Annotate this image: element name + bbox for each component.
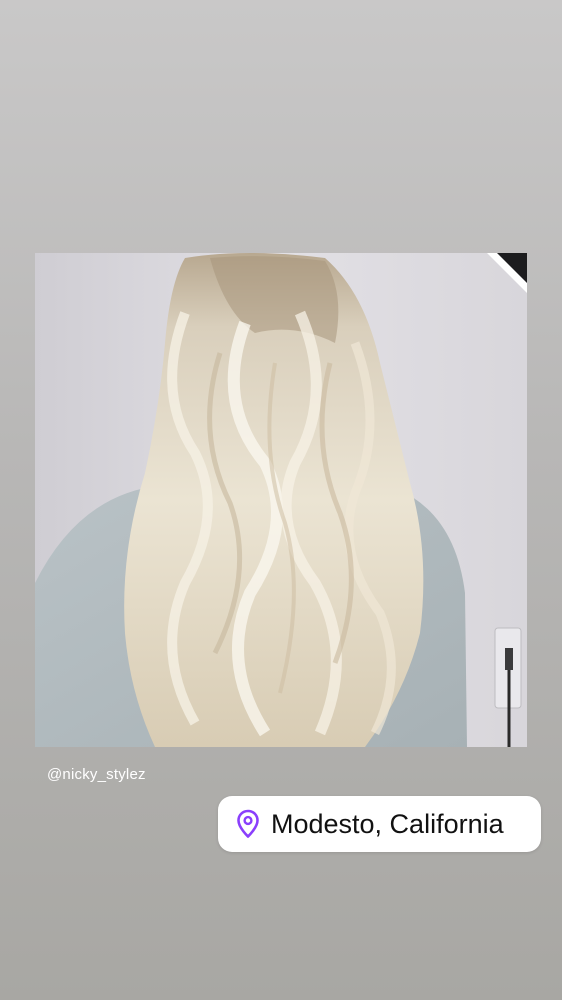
location-sticker[interactable]: Modesto, California xyxy=(218,796,541,852)
location-label: Modesto, California xyxy=(271,808,504,839)
location-pin-icon xyxy=(235,809,261,839)
user-mention[interactable]: @nicky_stylez xyxy=(47,766,146,783)
hair-photo xyxy=(35,253,527,747)
story-frame[interactable]: @nicky_stylez Modesto, California xyxy=(0,0,562,1000)
photo-graphic xyxy=(35,253,527,747)
